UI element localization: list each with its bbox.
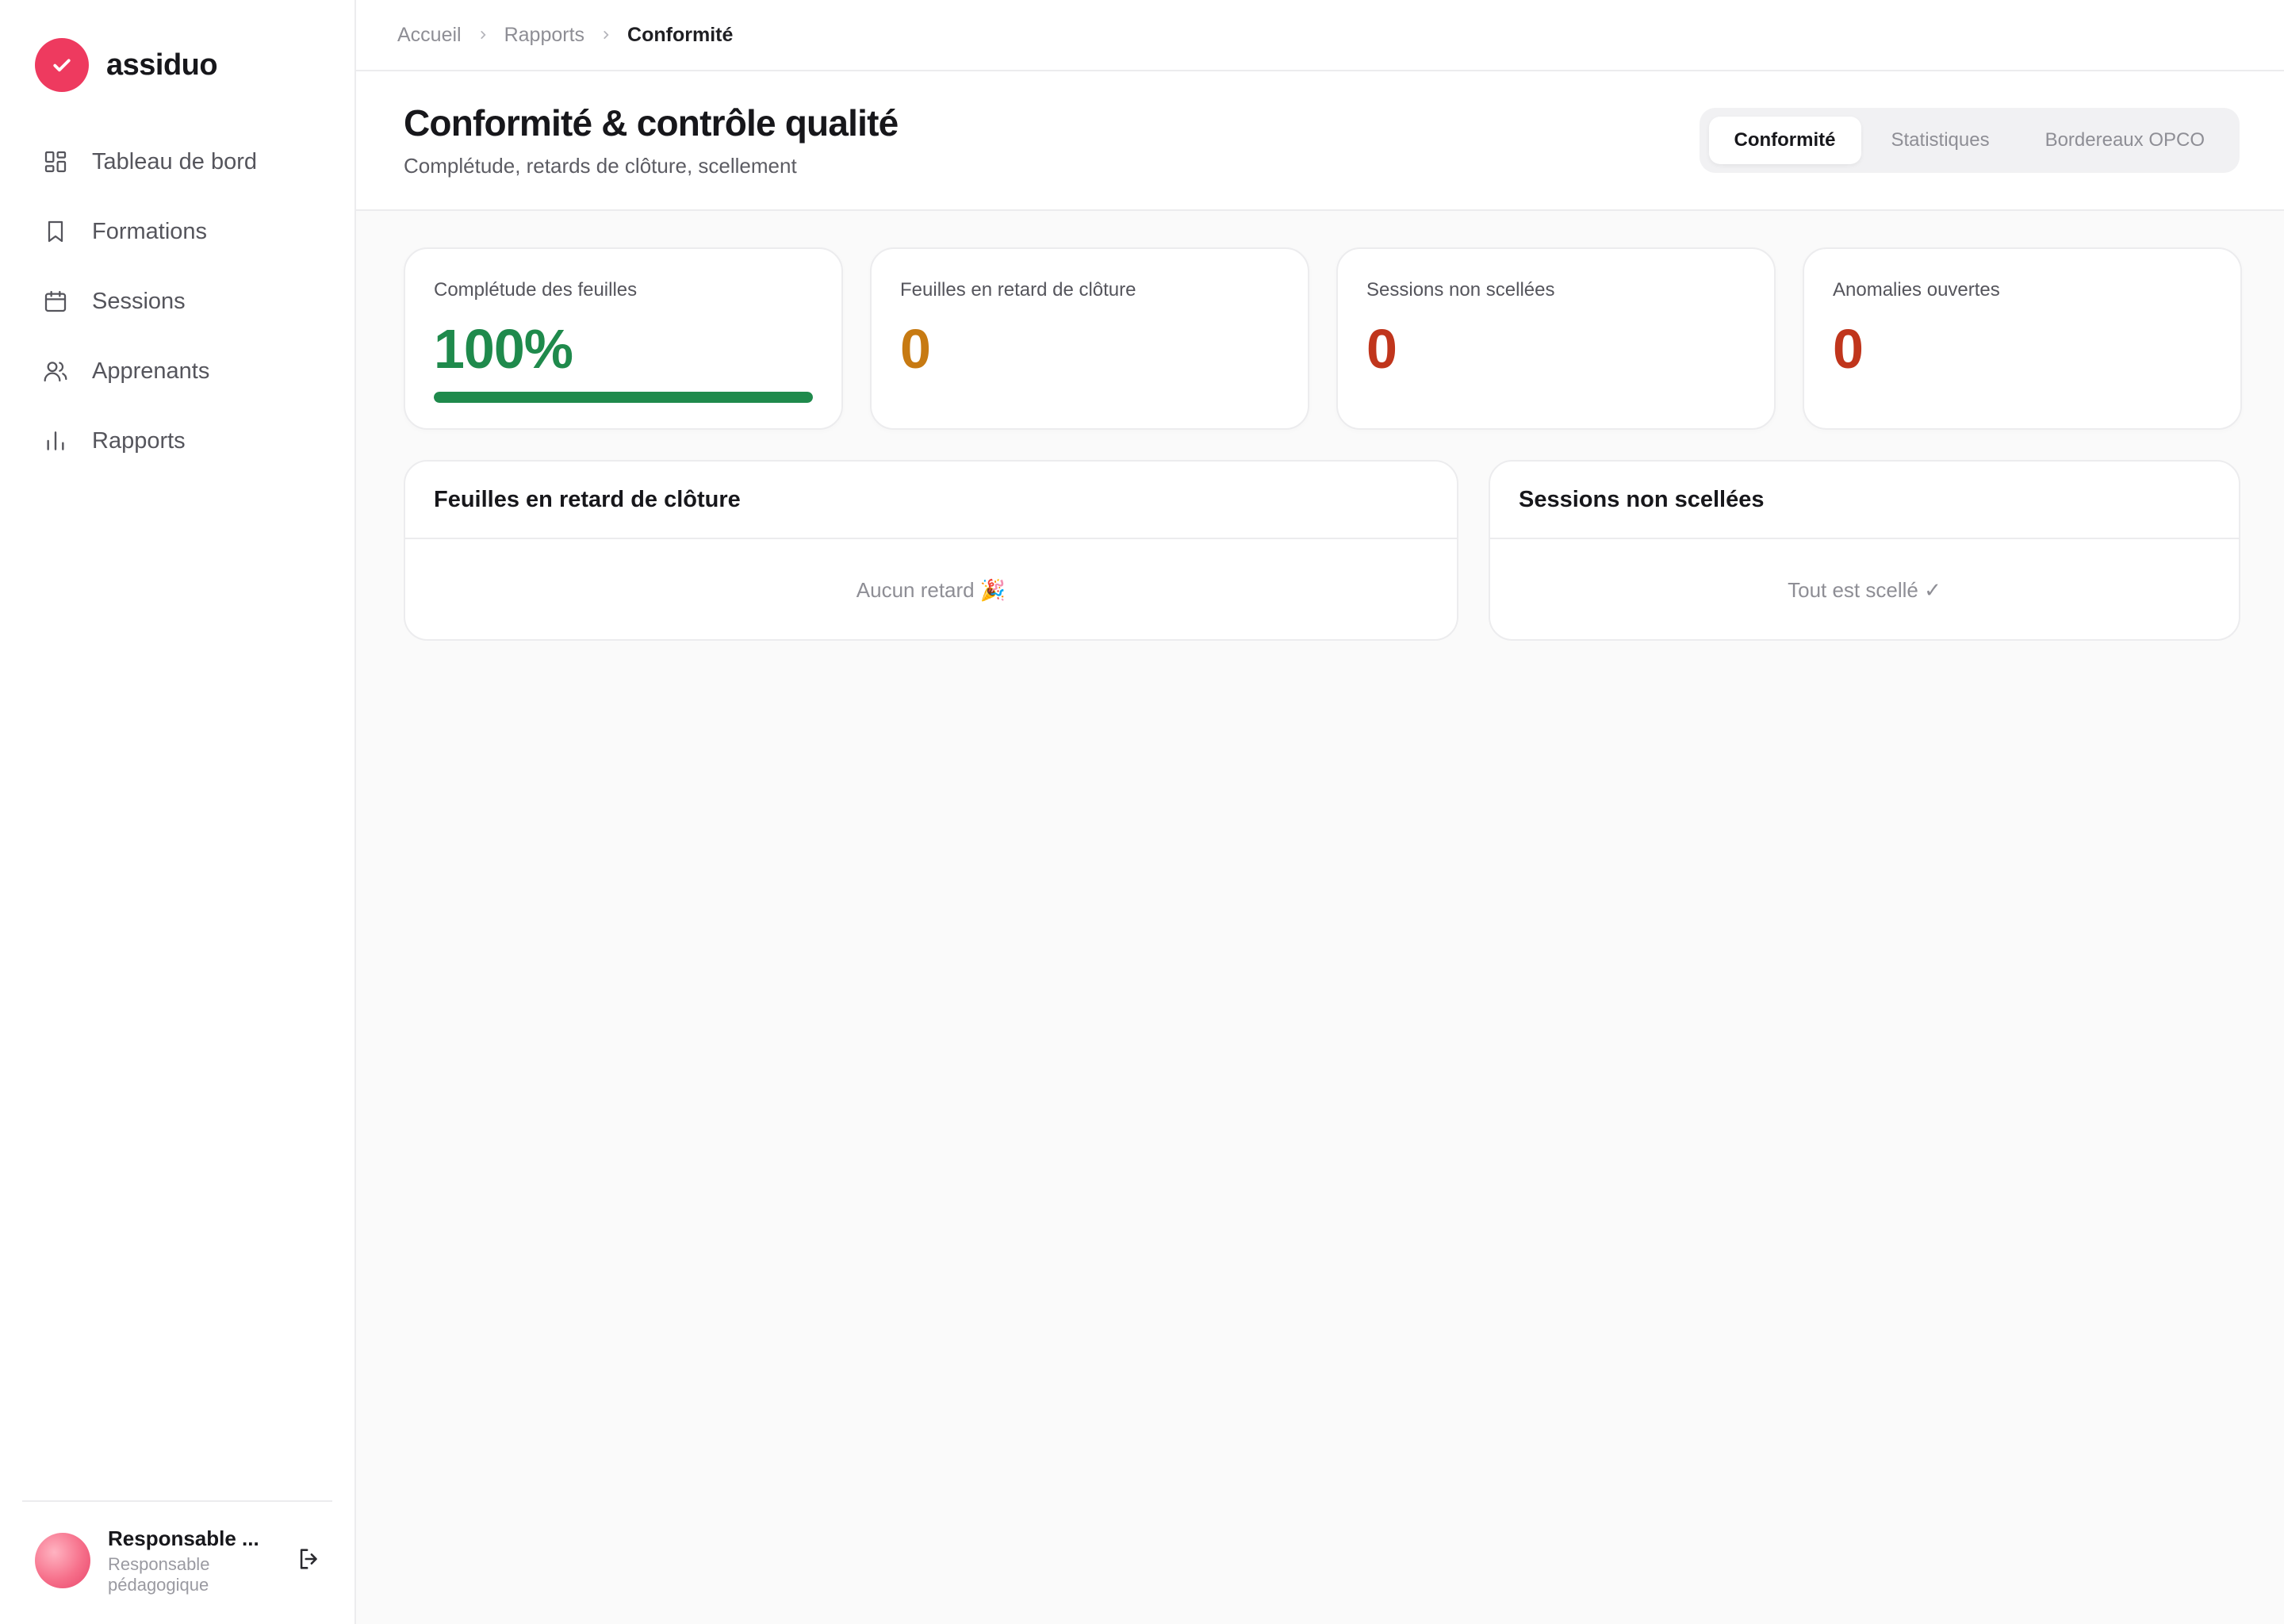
sidebar-item-label: Tableau de bord xyxy=(92,148,257,174)
kpi-label: Complétude des feuilles xyxy=(434,279,638,301)
page-title: Conformité & contrôle qualité xyxy=(404,102,899,144)
panel-sessions-non-scellees: Sessions non scellées Tout est scellé ✓ xyxy=(1489,460,2240,641)
main-content: Accueil Rapports Conformité Conformité &… xyxy=(356,0,2284,1624)
brand[interactable]: assiduo xyxy=(35,38,218,92)
sidebar-item-formations[interactable]: Formations xyxy=(22,197,339,266)
dashboard-grid-icon xyxy=(41,147,70,176)
kpi-card-feuilles-en-retard: Feuilles en retard de clôture 0 xyxy=(870,247,1309,430)
tab-statistiques[interactable]: Statistiques xyxy=(1866,117,2015,164)
users-icon xyxy=(41,357,70,385)
sidebar-divider xyxy=(22,1500,332,1502)
empty-state: Tout est scellé ✓ xyxy=(1788,577,1941,602)
panel-feuilles-en-retard: Feuilles en retard de clôture Aucun reta… xyxy=(404,460,1458,641)
sidebar-item-apprenants[interactable]: Apprenants xyxy=(22,336,339,406)
user-text: Responsable ... Responsable pédagogique xyxy=(108,1526,274,1595)
kpi-card-sessions-non-scellees: Sessions non scellées 0 xyxy=(1336,247,1776,430)
content: Complétude des feuilles 100% Feuilles en… xyxy=(404,247,2247,641)
tab-conformite[interactable]: Conformité xyxy=(1708,117,1861,164)
breadcrumb-item-current: Conformité xyxy=(627,23,734,46)
sidebar-item-sessions[interactable]: Sessions xyxy=(22,266,339,336)
avatar[interactable] xyxy=(35,1533,90,1588)
chevron-right-icon xyxy=(600,29,611,40)
panel-row: Feuilles en retard de clôture Aucun reta… xyxy=(404,460,2247,641)
breadcrumb: Accueil Rapports Conformité xyxy=(356,0,2284,71)
chevron-right-icon xyxy=(477,29,489,40)
panel-title: Sessions non scellées xyxy=(1490,462,2239,539)
empty-state: Aucun retard 🎉 xyxy=(856,577,1006,602)
kpi-label: Sessions non scellées xyxy=(1366,279,1555,301)
breadcrumb-item-accueil[interactable]: Accueil xyxy=(397,24,462,47)
kpi-card-completude: Complétude des feuilles 100% xyxy=(404,247,843,430)
bookmark-icon xyxy=(41,217,70,246)
bar-chart-icon xyxy=(41,427,70,455)
progress-bar-fill xyxy=(434,392,813,403)
sidebar: assiduo Tableau de bord Formations Sessi… xyxy=(0,0,356,1624)
app: assiduo Tableau de bord Formations Sessi… xyxy=(0,0,2284,1624)
kpi-card-anomalies-ouvertes: Anomalies ouvertes 0 xyxy=(1803,247,2242,430)
page-header: Conformité & contrôle qualité Complétude… xyxy=(356,71,2284,211)
panel-title: Feuilles en retard de clôture xyxy=(405,462,1457,539)
brand-name: assiduo xyxy=(106,48,218,82)
logout-icon xyxy=(296,1545,323,1576)
user-profile: Responsable ... Responsable pédagogique xyxy=(35,1522,328,1599)
sidebar-item-label: Formations xyxy=(92,218,208,244)
user-role: Responsable pédagogique xyxy=(108,1553,210,1595)
sidebar-item-rapports[interactable]: Rapports xyxy=(22,406,339,476)
kpi-value: 0 xyxy=(900,318,931,380)
sidebar-item-label: Apprenants xyxy=(92,358,210,384)
progress-bar xyxy=(434,392,813,403)
sidebar-item-label: Rapports xyxy=(92,427,186,454)
logout-button[interactable] xyxy=(292,1543,327,1578)
page-subtitle: Complétude, retards de clôture, scelleme… xyxy=(404,154,797,178)
kpi-value: 100% xyxy=(434,318,573,380)
user-name: Responsable ... xyxy=(108,1526,259,1550)
calendar-icon xyxy=(41,287,70,316)
tab-group: Conformité Statistiques Bordereaux OPCO xyxy=(1699,108,2240,173)
kpi-label: Anomalies ouvertes xyxy=(1833,279,2000,301)
kpi-value: 0 xyxy=(1366,318,1397,380)
check-icon xyxy=(35,38,89,92)
sidebar-item-label: Sessions xyxy=(92,288,186,314)
kpi-label: Feuilles en retard de clôture xyxy=(900,279,1136,301)
tab-bordereaux-opco[interactable]: Bordereaux OPCO xyxy=(2020,117,2230,164)
breadcrumb-item-rapports[interactable]: Rapports xyxy=(504,24,584,47)
kpi-value: 0 xyxy=(1833,318,1864,380)
kpi-row: Complétude des feuilles 100% Feuilles en… xyxy=(404,247,2247,430)
sidebar-nav: Tableau de bord Formations Sessions Appr… xyxy=(22,127,339,476)
sidebar-item-tableau-de-bord[interactable]: Tableau de bord xyxy=(22,127,339,197)
